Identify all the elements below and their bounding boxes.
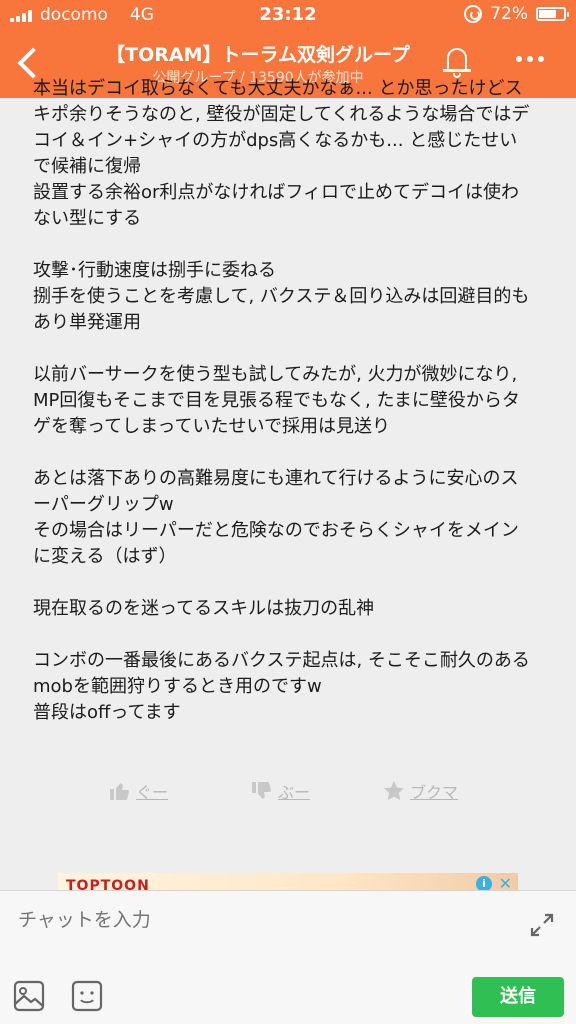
rotation-lock-icon xyxy=(464,5,483,23)
battery-icon xyxy=(536,7,569,21)
boo-label: ぶー xyxy=(278,783,311,802)
status-bar: docomo 4G 23:12 72% xyxy=(0,0,576,30)
thumbs-down-icon xyxy=(252,782,271,799)
message-body: 本当はデコイ取らなくても大丈夫かなぁ... とか思ったけどスキポ余りそうなのと,… xyxy=(33,76,533,726)
message-paragraph: 現在取るのを迷ってるスキルは抜刀の乱神 xyxy=(33,598,375,619)
group-title: 【TORAM】トーラム双剣グループ xyxy=(106,44,410,66)
good-button[interactable]: ぐー xyxy=(108,779,168,803)
good-label: ぐー xyxy=(136,783,169,802)
message-paragraph: コンボの一番最後にあるバクステ起点は, そこそこ耐久のあるmobを範囲狩りすると… xyxy=(33,650,530,723)
send-button[interactable]: 送信 xyxy=(472,977,564,1017)
sticker-icon[interactable] xyxy=(70,979,104,1013)
status-right: 72% xyxy=(464,4,569,24)
boo-button[interactable]: ぶー xyxy=(250,779,310,803)
more-dots-icon[interactable] xyxy=(516,56,544,62)
reaction-row: ぐー ぶー ブクマ xyxy=(0,779,576,809)
battery-percent: 72% xyxy=(490,4,528,24)
bookmark-button[interactable]: ブクマ xyxy=(382,779,458,803)
message-paragraph: 本当はデコイ取らなくても大丈夫かなぁ... とか思ったけどスキポ余りそうなのと,… xyxy=(33,78,530,229)
message-paragraph: 攻撃･行動速度は捌手に委ねる 捌手を使うことを考慮して, バクステ＆回り込みは回… xyxy=(33,260,530,333)
image-attach-icon[interactable] xyxy=(12,979,46,1013)
thumbs-up-icon xyxy=(110,783,129,800)
chat-bar: 送信 xyxy=(0,890,576,1024)
bookmark-label: ブクマ xyxy=(410,783,459,802)
message-paragraph: あとは落下ありの高難易度にも連れて行けるように安心のスーパーグリップw その場合… xyxy=(33,468,519,567)
star-icon xyxy=(384,781,404,801)
expand-icon[interactable] xyxy=(528,911,556,939)
message-paragraph: 以前バーサークを使う型も試してみたが, 火力が微妙になり, MP回復もそこまで目… xyxy=(33,364,520,437)
chat-input[interactable] xyxy=(18,905,498,935)
